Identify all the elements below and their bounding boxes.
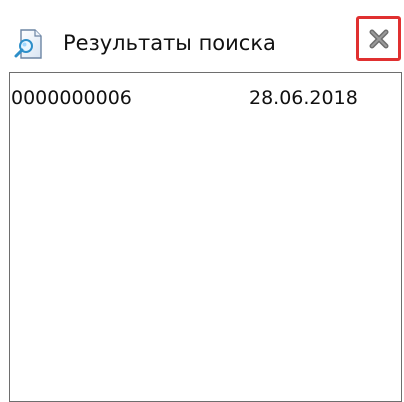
panel-header: Результаты поиска — [0, 0, 404, 72]
page-title: Результаты поиска — [63, 31, 276, 55]
close-button[interactable] — [356, 16, 401, 61]
search-results-list[interactable]: 0000000006 28.06.2018 — [9, 72, 402, 402]
result-number: 0000000006 — [11, 87, 132, 109]
search-icon — [12, 28, 44, 60]
search-results-panel: Результаты поиска 0000000006 28.06.2018 — [0, 0, 404, 402]
list-item[interactable]: 0000000006 28.06.2018 — [10, 85, 401, 111]
close-icon[interactable] — [366, 26, 392, 52]
result-date: 28.06.2018 — [249, 87, 358, 109]
